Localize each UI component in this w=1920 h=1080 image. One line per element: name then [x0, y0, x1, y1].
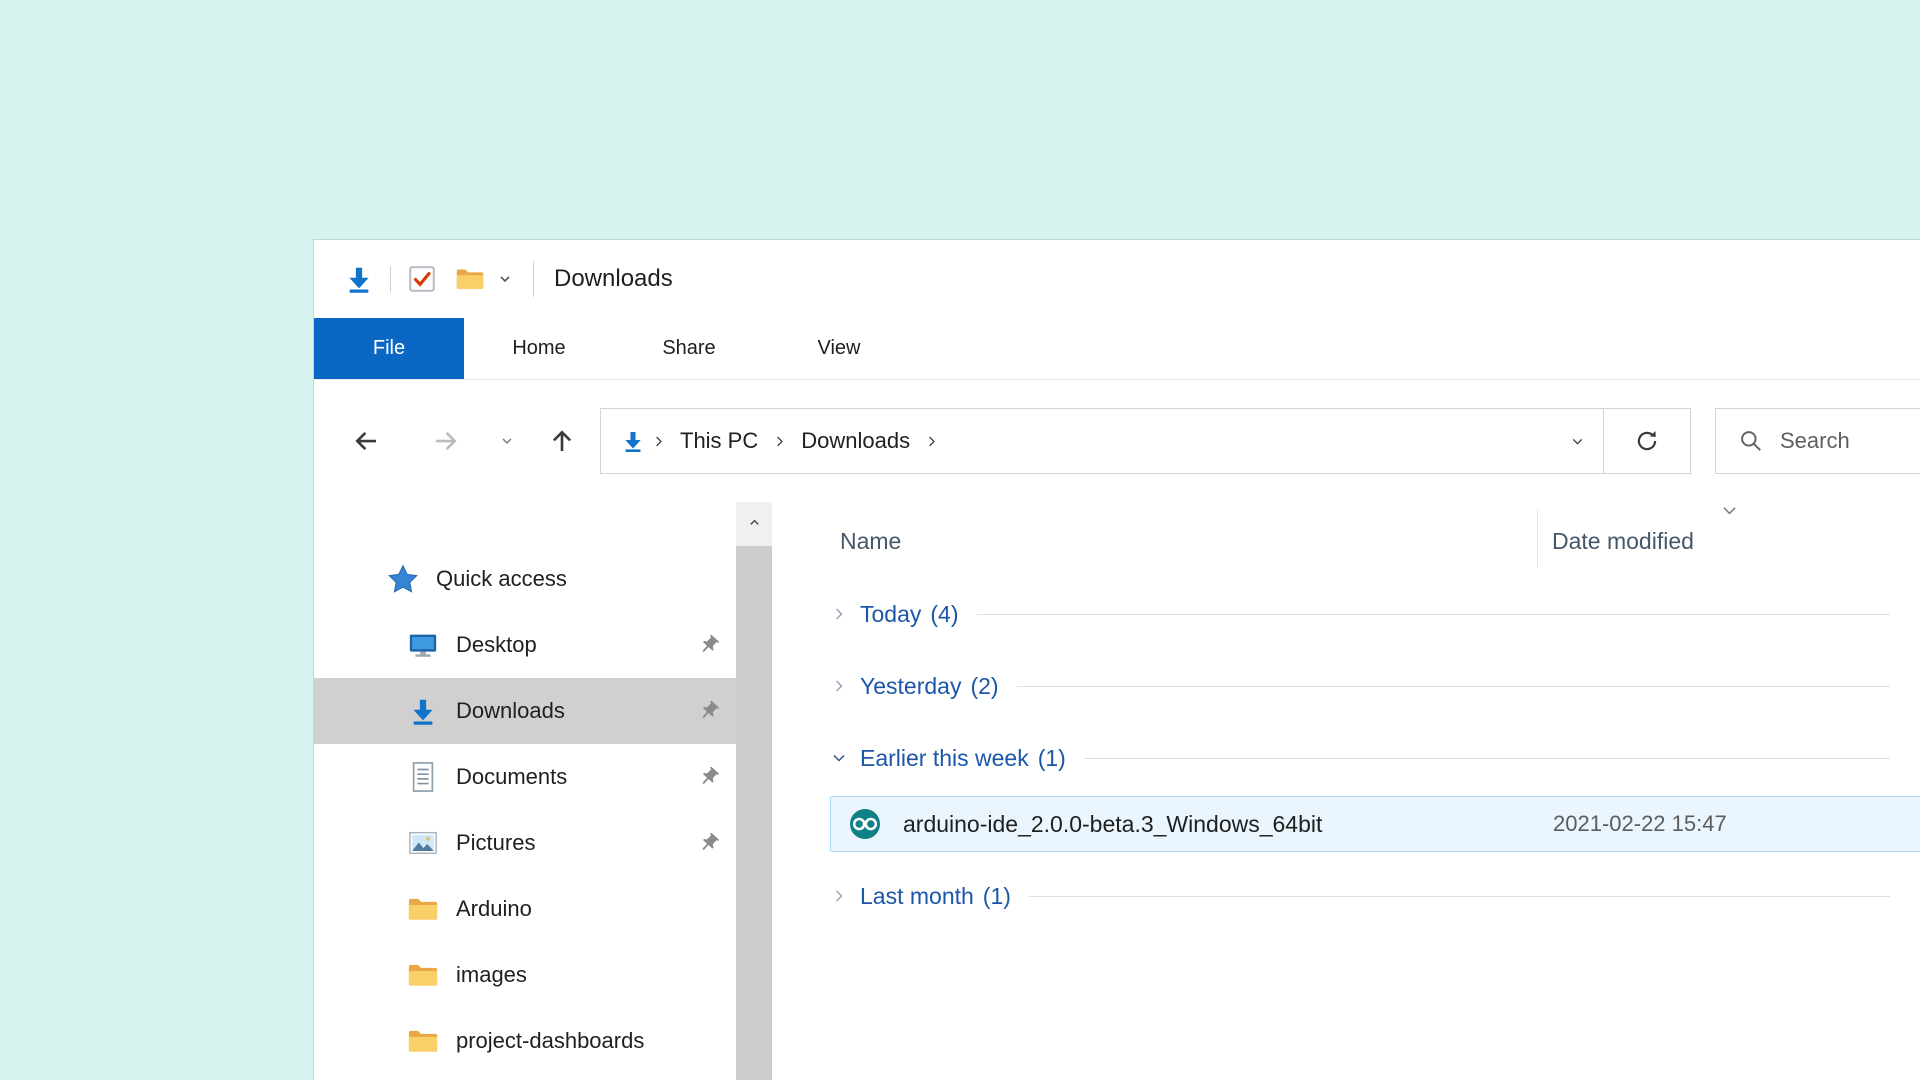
sidebar-item-desktop[interactable]: Desktop — [314, 612, 736, 678]
group-count: (1) — [983, 883, 1011, 910]
recent-locations-dropdown-icon[interactable] — [492, 419, 522, 463]
search-icon — [1738, 428, 1764, 454]
properties-check-icon[interactable] — [407, 264, 437, 294]
address-dropdown-icon[interactable] — [1551, 409, 1603, 473]
window-title: Downloads — [554, 265, 673, 293]
scroll-up-button[interactable] — [736, 502, 772, 542]
chevron-right-icon — [651, 434, 666, 449]
folder-icon — [406, 958, 440, 992]
pin-icon — [698, 766, 720, 788]
sidebar-item-label: Pictures — [456, 830, 535, 856]
quick-access-star-icon — [386, 562, 420, 596]
group-label: Earlier this week — [860, 745, 1029, 772]
group-label: Yesterday — [860, 673, 961, 700]
group-divider — [1084, 758, 1890, 759]
search-input[interactable] — [1780, 428, 1920, 454]
refresh-button[interactable] — [1604, 409, 1690, 473]
file-list: Name Date modified Today (4) Yesterday (… — [772, 502, 1920, 1080]
pin-icon — [698, 700, 720, 722]
sidebar-item-label: Arduino — [456, 896, 532, 922]
sidebar-item-label: Downloads — [456, 698, 565, 724]
sidebar-item-label: images — [456, 962, 527, 988]
chevron-down-icon[interactable] — [822, 748, 856, 768]
group-divider — [1017, 686, 1890, 687]
group-header-yesterday[interactable]: Yesterday (2) — [822, 650, 1920, 722]
sidebar-item-project-dashboards[interactable]: project-dashboards — [314, 1008, 736, 1074]
pin-icon — [698, 832, 720, 854]
breadcrumb-this-pc[interactable]: This PC — [672, 428, 766, 454]
sidebar-item-pictures[interactable]: Pictures — [314, 810, 736, 876]
group-divider — [977, 614, 1891, 615]
group-count: (2) — [970, 673, 998, 700]
tab-home[interactable]: Home — [464, 318, 614, 379]
downloads-icon — [621, 429, 645, 453]
search-box[interactable] — [1715, 408, 1920, 474]
tab-file[interactable]: File — [314, 318, 464, 379]
pin-icon — [698, 634, 720, 656]
back-button[interactable] — [344, 419, 388, 463]
arduino-icon — [847, 806, 883, 842]
new-folder-icon[interactable] — [455, 267, 485, 292]
group-header-earlier-this-week[interactable]: Earlier this week (1) — [822, 722, 1920, 794]
folder-icon — [406, 1024, 440, 1058]
sidebar-item-arduino[interactable]: Arduino — [314, 876, 736, 942]
sidebar-scrollbar[interactable] — [736, 502, 772, 1080]
sidebar-item-downloads[interactable]: Downloads — [314, 678, 736, 744]
tab-share[interactable]: Share — [614, 318, 764, 379]
breadcrumb-downloads[interactable]: Downloads — [793, 428, 918, 454]
sidebar-item-quick-access[interactable]: Quick access — [314, 546, 736, 612]
sidebar-item-label: Desktop — [456, 632, 537, 658]
titlebar: Downloads — [314, 240, 1920, 318]
file-row-arduino-ide[interactable]: arduino-ide_2.0.0-beta.3_Windows_64bit 2… — [830, 796, 1920, 852]
chevron-right-icon[interactable] — [924, 434, 939, 449]
pictures-icon — [406, 826, 440, 860]
ribbon-tabs: File Home Share View — [314, 318, 1920, 380]
group-divider — [1029, 896, 1890, 897]
chevron-right-icon[interactable] — [772, 434, 787, 449]
chevron-right-icon[interactable] — [822, 676, 856, 696]
downloads-icon — [406, 694, 440, 728]
file-name: arduino-ide_2.0.0-beta.3_Windows_64bit — [903, 811, 1322, 838]
group-label: Last month — [860, 883, 974, 910]
desktop-icon — [406, 628, 440, 662]
sidebar-item-label: project-dashboards — [456, 1028, 644, 1054]
file-date-modified: 2021-02-22 15:47 — [1553, 811, 1727, 837]
up-button[interactable] — [540, 419, 584, 463]
content-area: Quick access Desktop Downloads — [314, 502, 1920, 1080]
column-header-name[interactable]: Name — [840, 528, 901, 555]
document-icon — [406, 760, 440, 794]
group-header-last-month[interactable]: Last month (1) — [822, 860, 1920, 932]
sidebar-item-label: Quick access — [436, 566, 567, 592]
tab-view[interactable]: View — [764, 318, 914, 379]
column-header-date-modified[interactable]: Date modified — [1552, 528, 1694, 555]
column-headers: Name Date modified — [822, 502, 1920, 578]
toolbar-separator — [533, 261, 534, 297]
group-count: (1) — [1038, 745, 1066, 772]
sidebar-item-documents[interactable]: Documents — [314, 744, 736, 810]
group-count: (4) — [930, 601, 958, 628]
column-divider[interactable] — [1537, 510, 1538, 568]
chevron-right-icon[interactable] — [822, 604, 856, 624]
toolbar-separator — [390, 266, 391, 292]
folder-icon — [406, 892, 440, 926]
forward-button[interactable] — [424, 419, 468, 463]
downloads-icon — [344, 264, 374, 294]
scrollbar-thumb[interactable] — [736, 546, 772, 1080]
group-label: Today — [860, 601, 921, 628]
address-bar[interactable]: This PC Downloads — [600, 408, 1691, 474]
sidebar-item-images[interactable]: images — [314, 942, 736, 1008]
customize-dropdown-icon[interactable] — [497, 271, 513, 287]
navigation-bar: This PC Downloads — [314, 380, 1920, 502]
group-header-today[interactable]: Today (4) — [822, 578, 1920, 650]
navigation-pane: Quick access Desktop Downloads — [314, 502, 736, 1080]
file-explorer-window: Downloads File Home Share View This PC — [313, 239, 1920, 1080]
chevron-right-icon[interactable] — [822, 886, 856, 906]
sort-descending-icon — [1720, 504, 1739, 523]
sidebar-item-label: Documents — [456, 764, 567, 790]
